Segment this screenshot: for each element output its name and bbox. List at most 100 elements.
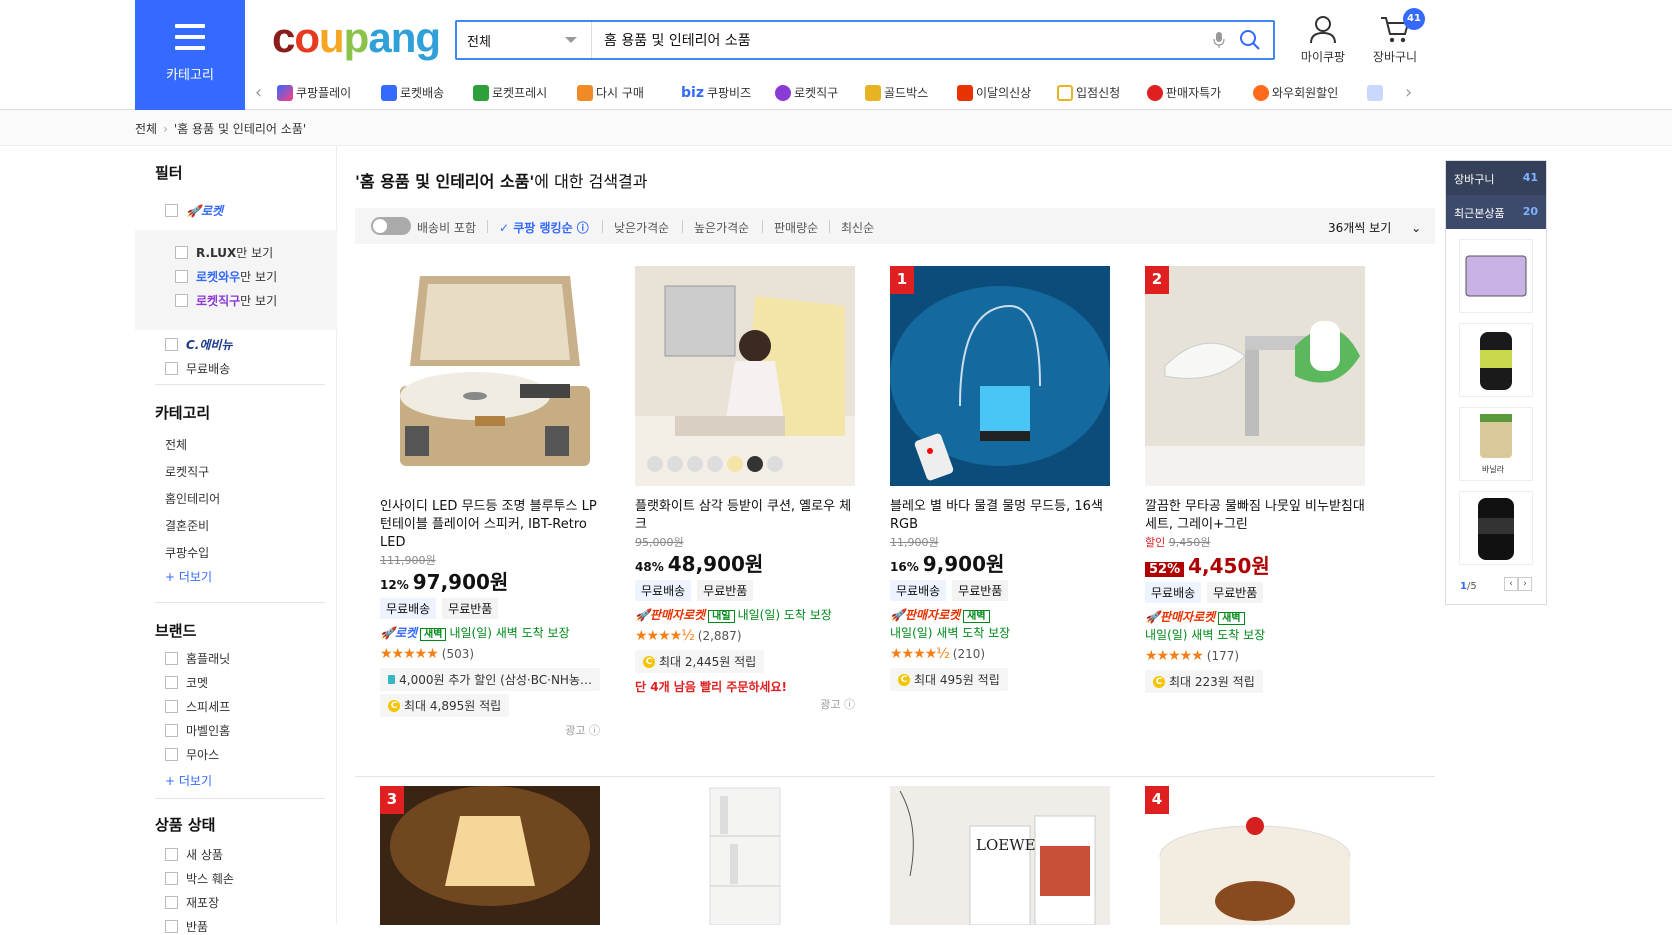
product-card[interactable]: LOEWE [890, 786, 1110, 925]
checkbox[interactable] [165, 848, 178, 861]
quick-link[interactable]: biz 쿠팡비즈 [681, 84, 751, 101]
checkbox[interactable] [165, 700, 178, 713]
product-card[interactable]: 1 블레오 별 바다 물결 물멍 무드등, 16색 RGB 11,900원 16… [890, 266, 1110, 766]
sort-option[interactable]: 높은가격순 [694, 219, 749, 236]
product-card[interactable]: 4 [1145, 786, 1365, 925]
sort-option[interactable]: 최신순 [841, 219, 874, 236]
brand-filter[interactable]: 마벨인홈 [165, 722, 230, 739]
checkbox[interactable] [165, 652, 178, 665]
checkbox[interactable] [165, 748, 178, 761]
brand-filter[interactable]: 스피세프 [165, 698, 230, 715]
per-page-select[interactable]: 36개씩 보기 ⌄ [1328, 219, 1421, 236]
product-card[interactable]: 3 [380, 786, 600, 925]
quick-link[interactable]: 다시 구매 [577, 84, 644, 101]
quick-link[interactable]: 로켓직구 [775, 84, 838, 101]
quick-link[interactable]: 로켓배송 [381, 84, 444, 101]
category-link[interactable]: 로켓직구 [165, 463, 209, 480]
category-more-link[interactable]: + 더보기 [165, 568, 212, 585]
condition-filter[interactable]: 반품 [165, 918, 208, 935]
rlux-label: R.LUX [196, 246, 237, 260]
delivery-info: 🚀로켓 새벽 내일(일) 새벽 도착 보장 [380, 624, 570, 641]
checkbox[interactable] [165, 724, 178, 737]
checkbox[interactable] [175, 294, 188, 307]
filter-freeship[interactable]: 무료배송 [165, 360, 230, 377]
condition-filter[interactable]: 새 상품 [165, 846, 223, 863]
product-name[interactable]: 블레오 별 바다 물결 물멍 무드등, 16색 RGB [890, 498, 1110, 534]
checkbox[interactable] [165, 872, 178, 885]
recent-item-thumbnail[interactable]: 바닐라 [1459, 407, 1533, 481]
category-link[interactable]: 전체 [165, 436, 187, 453]
product-name[interactable]: 인사이디 LED 무드등 조명 블루투스 LP 턴테이블 플레이어 스피커, I… [380, 498, 600, 552]
search-category-select[interactable]: 전체 [457, 22, 592, 58]
product-card[interactable]: 플랫화이트 삼각 등받이 쿠션, 옐로우 체크 95,000원 48% 48,90… [635, 266, 855, 766]
product-image-bookshelf[interactable] [635, 786, 855, 925]
shipping-fee-toggle[interactable] [371, 217, 411, 235]
quick-link[interactable]: 입점신청 [1057, 84, 1120, 101]
sort-option-active[interactable]: ✓ 쿠팡 랭킹순 ⓘ [499, 219, 589, 236]
product-image-books[interactable]: LOEWE [890, 786, 1110, 925]
category-link[interactable]: 쿠팡수입 [165, 544, 209, 561]
chevron-right-icon[interactable]: › [1518, 577, 1532, 591]
checkbox[interactable] [165, 338, 178, 351]
search-icon[interactable] [1239, 29, 1261, 51]
quick-link[interactable]: 골드박스 [865, 84, 928, 101]
sort-option[interactable]: 낮은가격순 [614, 219, 669, 236]
product-image-turntable[interactable] [380, 266, 600, 486]
divider [829, 220, 830, 233]
filter-cavenue[interactable]: C.에비뉴 [165, 336, 233, 353]
category-link[interactable]: 결혼준비 [165, 517, 209, 534]
sort-option[interactable]: 판매량순 [774, 219, 818, 236]
checkbox[interactable] [175, 246, 188, 259]
checkbox[interactable] [165, 362, 178, 375]
chevron-right-icon[interactable]: › [1405, 82, 1412, 103]
filter-rocket[interactable]: 🚀로켓 [165, 202, 223, 219]
product-image-moodlight[interactable]: 1 [890, 266, 1110, 486]
brand-filter[interactable]: 무아스 [165, 746, 219, 763]
divider [487, 220, 488, 233]
product-image-lamp[interactable]: 3 [380, 786, 600, 925]
microphone-icon[interactable] [1213, 31, 1225, 49]
condition-filter[interactable]: 박스 훼손 [165, 870, 234, 887]
product-image-soap-holder[interactable]: 2 [1145, 266, 1365, 486]
category-link[interactable]: 홈인테리어 [165, 490, 220, 507]
side-cart-link[interactable]: 장바구니 41 [1446, 161, 1546, 195]
filter-rocketdirect[interactable]: 로켓직구만 보기 [175, 292, 277, 309]
search-input[interactable] [600, 22, 1200, 58]
more-quick-icon[interactable] [1367, 85, 1383, 101]
quick-link[interactable]: 판매자특가 [1147, 84, 1221, 101]
checkbox[interactable] [165, 920, 178, 933]
product-card[interactable]: 2 깔끔한 무타공 물빠짐 나뭇잎 비누받침대 세트, 그레이+그린 할인 9,… [1145, 266, 1365, 766]
breadcrumb-root[interactable]: 전체 [135, 122, 157, 136]
brand-filter[interactable]: 홈플래닛 [165, 650, 230, 667]
condition-filter[interactable]: 재포장 [165, 894, 219, 911]
quick-link[interactable]: 로켓프레시 [473, 84, 547, 101]
product-name[interactable]: 깔끔한 무타공 물빠짐 나뭇잎 비누받침대 세트, 그레이+그린 [1145, 498, 1365, 534]
checkbox[interactable] [165, 676, 178, 689]
recent-viewed-link[interactable]: 최근본상품 20 [1446, 195, 1546, 229]
quick-link[interactable]: 와우회원할인 [1253, 84, 1338, 101]
coupang-logo[interactable]: coupang [272, 14, 441, 62]
divider [155, 602, 325, 603]
brand-filter[interactable]: 코멧 [165, 674, 208, 691]
category-menu-button[interactable]: 카테고리 [135, 0, 245, 110]
product-card[interactable]: 인사이디 LED 무드등 조명 블루투스 LP 턴테이블 플레이어 스피커, I… [380, 266, 600, 766]
product-card[interactable] [635, 786, 855, 925]
quick-link[interactable]: 쿠팡플레이 [277, 84, 351, 101]
star-rating-icon: ★★★★★ [1145, 648, 1204, 664]
filter-rocketwow[interactable]: 로켓와우만 보기 [175, 268, 277, 285]
checkbox[interactable] [165, 204, 178, 217]
chevron-left-icon[interactable]: ‹ [255, 82, 262, 103]
recent-item-thumbnail[interactable] [1459, 323, 1533, 397]
checkbox[interactable] [165, 896, 178, 909]
recent-item-thumbnail[interactable] [1459, 491, 1533, 565]
my-coupang-link[interactable]: 마이쿠팡 [1293, 14, 1353, 65]
quick-link[interactable]: 이달의신상 [957, 84, 1031, 101]
filter-rlux[interactable]: R.LUX만 보기 [175, 244, 273, 261]
product-image-basket[interactable]: 4 [1145, 786, 1365, 925]
chevron-left-icon[interactable]: ‹ [1504, 577, 1518, 591]
product-name[interactable]: 플랫화이트 삼각 등받이 쿠션, 옐로우 체크 [635, 498, 855, 534]
checkbox[interactable] [175, 270, 188, 283]
brand-more-link[interactable]: + 더보기 [165, 772, 212, 789]
product-image-cushion[interactable] [635, 266, 855, 486]
recent-item-thumbnail[interactable] [1459, 239, 1533, 313]
